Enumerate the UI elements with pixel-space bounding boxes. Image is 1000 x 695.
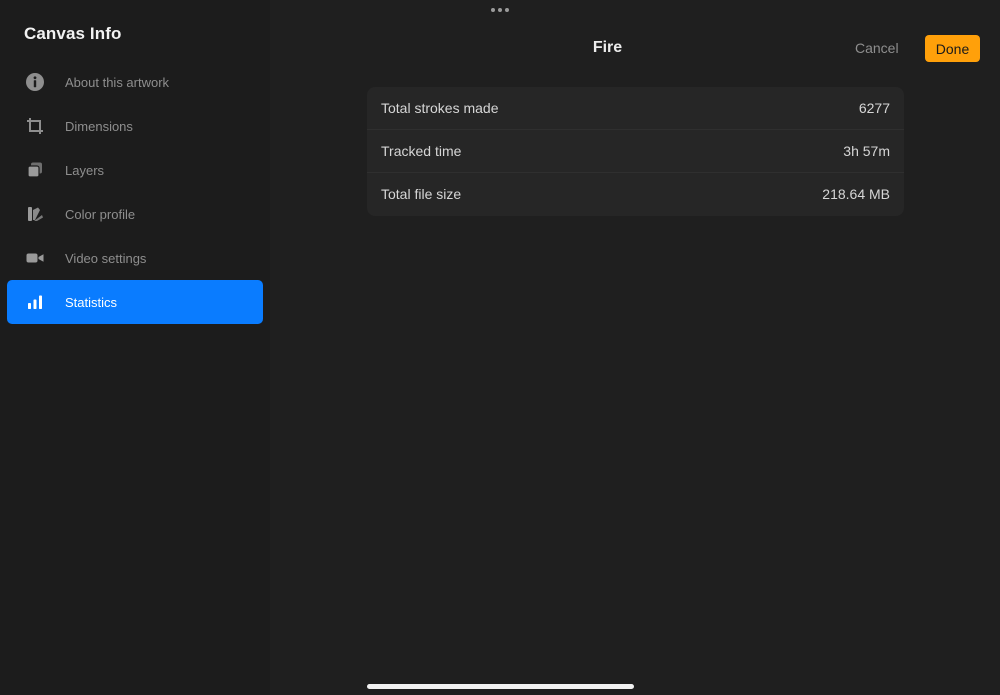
sidebar-item-dimensions[interactable]: Dimensions xyxy=(7,104,263,148)
canvas-info-screen: Canvas Info About this artwork Dimension… xyxy=(0,0,1000,695)
sidebar-item-color-profile[interactable]: Color profile xyxy=(7,192,263,236)
sidebar-item-video-settings[interactable]: Video settings xyxy=(7,236,263,280)
home-indicator[interactable] xyxy=(367,684,634,689)
crop-icon xyxy=(25,116,45,136)
info-icon xyxy=(25,72,45,92)
sidebar: Canvas Info About this artwork Dimension… xyxy=(0,0,270,695)
sidebar-item-about[interactable]: About this artwork xyxy=(7,60,263,104)
sidebar-item-label: Layers xyxy=(65,162,105,178)
bar-chart-icon xyxy=(25,292,45,312)
sidebar-item-statistics[interactable]: Statistics xyxy=(7,280,263,324)
stat-row-total-strokes: Total strokes made 6277 xyxy=(367,87,904,130)
video-camera-icon xyxy=(25,248,45,268)
sidebar-item-label: About this artwork xyxy=(65,74,170,90)
done-button[interactable]: Done xyxy=(925,35,980,62)
statistics-card: Total strokes made 6277 Tracked time 3h … xyxy=(367,87,904,216)
sidebar-nav: About this artwork Dimensions Layers Col… xyxy=(7,60,263,324)
stat-value: 3h 57m xyxy=(843,143,890,159)
stat-label: Total file size xyxy=(381,186,462,202)
stat-label: Tracked time xyxy=(381,143,462,159)
stat-row-tracked-time: Tracked time 3h 57m xyxy=(367,130,904,173)
main-panel: Fire Cancel Done Total strokes made 6277… xyxy=(270,0,1000,695)
stat-row-file-size: Total file size 218.64 MB xyxy=(367,173,904,216)
page-title: Fire xyxy=(592,39,623,56)
stat-value: 6277 xyxy=(858,100,890,116)
sidebar-item-layers[interactable]: Layers xyxy=(7,148,263,192)
sidebar-item-label: Video settings xyxy=(65,250,147,266)
sidebar-item-label: Statistics xyxy=(65,294,118,310)
color-profile-icon xyxy=(25,204,45,224)
more-dots-icon[interactable] xyxy=(491,8,509,12)
sidebar-item-label: Dimensions xyxy=(65,118,133,134)
stat-label: Total strokes made xyxy=(381,100,499,116)
cancel-button[interactable]: Cancel xyxy=(855,40,899,56)
layers-icon xyxy=(25,160,45,180)
stat-value: 218.64 MB xyxy=(822,186,890,202)
sidebar-title: Canvas Info xyxy=(24,24,122,43)
sidebar-item-label: Color profile xyxy=(65,206,136,222)
